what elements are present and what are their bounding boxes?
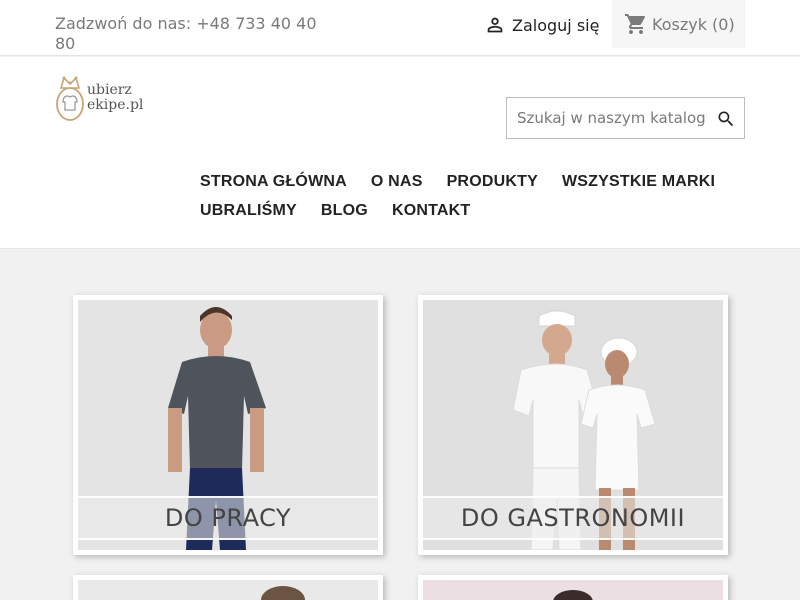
nav-item-all-brands[interactable]: WSZYSTKIE MARKI bbox=[562, 167, 715, 196]
category-image-4 bbox=[423, 580, 723, 600]
category-tile-3[interactable] bbox=[73, 575, 383, 600]
top-bar: Zadzwoń do nas: +48 733 40 40 80 Zaloguj… bbox=[0, 0, 800, 56]
search-widget bbox=[506, 97, 745, 139]
category-image-gastronomy: DO GASTRONOMII bbox=[423, 300, 723, 550]
shopping-cart-icon bbox=[625, 14, 645, 34]
main-navigation: STRONA GŁÓWNA O NAS PRODUKTY WSZYSTKIE M… bbox=[200, 167, 760, 225]
category-tile-gastronomy[interactable]: DO GASTRONOMII bbox=[418, 295, 728, 555]
nav-item-ubralismy[interactable]: UBRALIŚMY bbox=[200, 196, 297, 225]
nav-item-home[interactable]: STRONA GŁÓWNA bbox=[200, 167, 347, 196]
logo-text-line2: ekipe.pl bbox=[87, 97, 144, 113]
cart-count: (0) bbox=[712, 14, 735, 34]
nav-item-blog[interactable]: BLOG bbox=[321, 196, 368, 225]
login-link[interactable]: Zaloguj się bbox=[484, 13, 599, 37]
phone-contact: Zadzwoń do nas: +48 733 40 40 80 bbox=[55, 14, 317, 53]
search-icon[interactable] bbox=[716, 109, 736, 129]
user-icon bbox=[487, 17, 503, 33]
category-label-gastronomy: DO GASTRONOMII bbox=[460, 504, 686, 532]
nav-item-contact[interactable]: KONTAKT bbox=[392, 196, 470, 225]
category-tile-work[interactable]: DO PRACY bbox=[73, 295, 383, 555]
logo-text-line1: ubierz bbox=[87, 82, 132, 98]
category-image-3 bbox=[78, 580, 378, 600]
header: ubierz ekipe.pl STRONA GŁÓWNA O NAS PROD… bbox=[0, 57, 800, 249]
nav-item-products[interactable]: PRODUKTY bbox=[447, 167, 538, 196]
search-input[interactable] bbox=[507, 99, 707, 137]
site-logo[interactable]: ubierz ekipe.pl bbox=[55, 73, 150, 123]
login-label: Zaloguj się bbox=[512, 15, 600, 35]
cart-label: Koszyk bbox=[652, 14, 707, 34]
category-image-work: DO PRACY bbox=[78, 300, 378, 550]
cart-button[interactable]: Koszyk (0) bbox=[612, 0, 745, 48]
category-label-work: DO PRACY bbox=[164, 504, 292, 532]
chef-crown-logo-icon bbox=[56, 76, 84, 121]
nav-item-about[interactable]: O NAS bbox=[371, 167, 423, 196]
category-tile-4[interactable] bbox=[418, 575, 728, 600]
